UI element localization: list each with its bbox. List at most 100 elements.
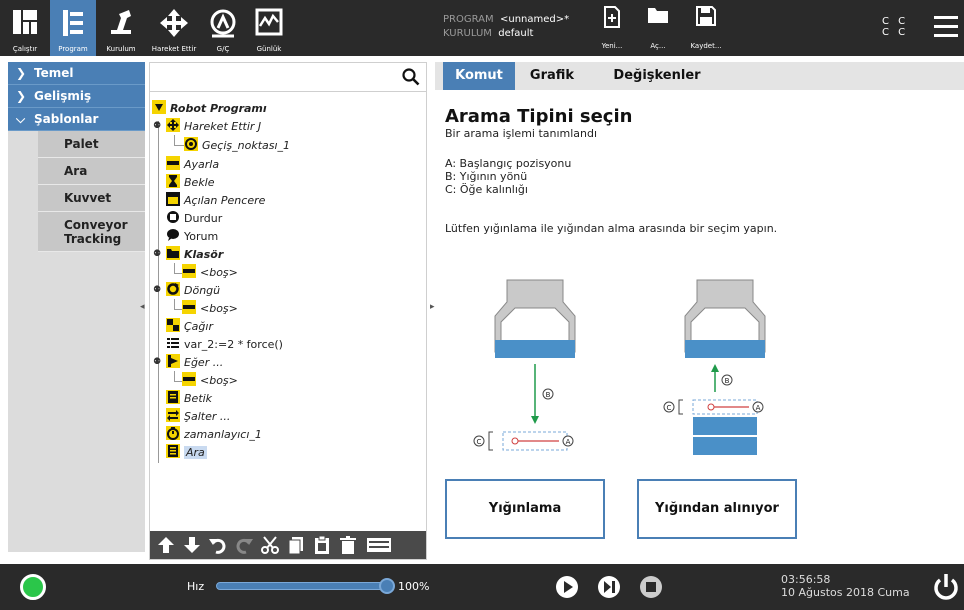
sidebar-item-pallet[interactable]: Palet [38, 131, 145, 158]
step-button[interactable] [598, 576, 620, 598]
nav-io-label: G/Ç [216, 45, 230, 53]
tab-command[interactable]: Komut [443, 62, 515, 90]
cut-icon[interactable] [260, 535, 280, 555]
stacking-button[interactable]: Yığınlama [445, 479, 605, 539]
tree-search-input[interactable] [150, 63, 426, 92]
sidebar-section-basic[interactable]: ❯ Temel [8, 62, 145, 85]
suppress-icon[interactable] [364, 535, 394, 555]
ur-logo-icon [13, 10, 37, 34]
nav-program-button[interactable]: Program [50, 0, 96, 56]
tree-node[interactable]: Durdur [166, 209, 222, 227]
sidebar-item-label: Kuvvet [64, 191, 112, 205]
expand-pin-icon[interactable]: ⚉ [153, 121, 161, 131]
tree-node-label: Döngü [184, 284, 221, 297]
robot-arm-icon [111, 10, 131, 34]
tab-bar: Komut Grafik Değişkenler [435, 62, 964, 90]
if-icon [166, 354, 180, 368]
nav-run-button[interactable]: Çalıştır [0, 0, 50, 56]
nav-move-button[interactable]: Hareket Ettir [146, 0, 202, 56]
label-b-2: B [725, 377, 730, 385]
robot-status-indicator[interactable] [20, 574, 46, 600]
clock: 03:56:58 10 Ağustos 2018 Cuma [781, 573, 910, 599]
speed-slider[interactable] [216, 582, 388, 590]
move-arrows-icon [160, 9, 188, 37]
tree-node-label: Şalter ... [184, 410, 231, 423]
tree-root[interactable]: Robot Programı [152, 99, 267, 117]
tab-variables[interactable]: Değişkenler [607, 62, 707, 90]
expand-pin-icon[interactable]: ⚉ [153, 357, 161, 367]
label-b: B [546, 391, 551, 399]
tab-graphics[interactable]: Grafik [521, 62, 583, 90]
nav-log-button[interactable]: Günlük [248, 0, 290, 56]
page-title: Arama Tipini seçin [445, 106, 633, 127]
sidebar-section-label: Gelişmiş [34, 89, 92, 103]
nav-move-label: Hareket Ettir [151, 45, 197, 53]
hamburger-menu-icon[interactable] [934, 16, 958, 38]
sidebar-item-force[interactable]: Kuvvet [38, 185, 145, 212]
label-a: A [566, 438, 571, 446]
move-down-icon[interactable] [182, 535, 202, 555]
tree-node[interactable]: Hareket Ettir J [166, 117, 261, 135]
program-tree-panel: Robot Programı ⚉ Hareket Ettir J Geçiş_n… [149, 62, 427, 560]
tree-node-label: Yorum [184, 230, 219, 243]
tree-node[interactable]: Bekle [166, 173, 215, 191]
tree-node[interactable]: Betik [166, 389, 212, 407]
timer-icon [166, 426, 180, 440]
tree-node[interactable]: var_2:=2 * force() [166, 335, 283, 353]
nav-installation-label: Kurulum [106, 45, 136, 53]
folder-icon [166, 246, 180, 260]
redo-icon[interactable] [234, 535, 254, 555]
program-name: <unnamed>* [499, 14, 570, 25]
power-icon[interactable] [932, 572, 960, 602]
tree-node[interactable]: Çağır [166, 317, 213, 335]
cc-indicator[interactable]: C C C C [882, 16, 908, 38]
tree-root-label: Robot Programı [170, 102, 267, 115]
tree-node[interactable]: Klasör [166, 245, 223, 263]
copy-icon[interactable] [286, 535, 306, 555]
save-button[interactable]: Kaydet... [686, 6, 726, 52]
empty-icon [182, 264, 196, 278]
paste-icon[interactable] [312, 535, 332, 555]
tree-node[interactable]: <boş> [182, 263, 238, 281]
legend-b: B: Yığının yönü [445, 170, 528, 183]
tree-node-label: zamanlayıcı_1 [184, 428, 262, 441]
collapse-triangle-icon [152, 100, 166, 114]
expand-pin-icon[interactable]: ⚉ [153, 285, 161, 295]
search-icon[interactable] [402, 68, 420, 86]
tree-node[interactable]: Geçiş_noktası_1 [184, 136, 290, 154]
tree-node-label: Klasör [184, 248, 224, 261]
nav-installation-button[interactable]: Kurulum [96, 0, 146, 56]
nav-io-button[interactable]: G/Ç [202, 0, 244, 56]
open-button[interactable]: Aç... [638, 6, 678, 52]
tree-node-label: var_2:=2 * force() [184, 338, 283, 351]
io-icon [210, 9, 236, 38]
sidebar-section-templates[interactable]: ⌵ Şablonlar [8, 108, 145, 131]
destacking-button[interactable]: Yığından alınıyor [637, 479, 797, 539]
tree-node[interactable]: Ayarla [166, 155, 219, 173]
tree-node[interactable]: Eğer ... [166, 353, 223, 371]
tree-node-label: <boş> [200, 374, 238, 387]
expand-pin-icon[interactable]: ⚉ [153, 249, 161, 259]
play-button[interactable] [556, 576, 578, 598]
undo-icon[interactable] [208, 535, 228, 555]
delete-icon[interactable] [338, 535, 358, 555]
tree-node-label: Durdur [184, 212, 223, 225]
sidebar-section-advanced[interactable]: ❯ Gelişmiş [8, 85, 145, 108]
tree-node[interactable]: <boş> [182, 299, 238, 317]
tree-node[interactable]: Yorum [166, 227, 218, 245]
tree-node-selected[interactable]: Ara [166, 443, 207, 461]
sidebar-item-conveyor-tracking[interactable]: Conveyor Tracking [38, 212, 145, 252]
label-c: C [477, 438, 482, 446]
tree-node[interactable]: Döngü [166, 281, 220, 299]
speed-slider-knob[interactable] [379, 578, 395, 594]
tree-node[interactable]: <boş> [182, 371, 238, 389]
tree-node[interactable]: Şalter ... [166, 407, 230, 425]
sidebar-item-search[interactable]: Ara [38, 158, 145, 185]
new-file-button[interactable]: Yeni... [592, 6, 632, 52]
tree-node[interactable]: Açılan Pencere [166, 191, 265, 209]
move-up-icon[interactable] [156, 535, 176, 555]
legend-a: A: Başlangıç pozisyonu [445, 157, 572, 170]
tree-node[interactable]: zamanlayıcı_1 [166, 425, 262, 443]
stop-button[interactable] [640, 576, 662, 598]
instruction-text: Lütfen yığınlama ile yığından alma arası… [445, 222, 778, 235]
